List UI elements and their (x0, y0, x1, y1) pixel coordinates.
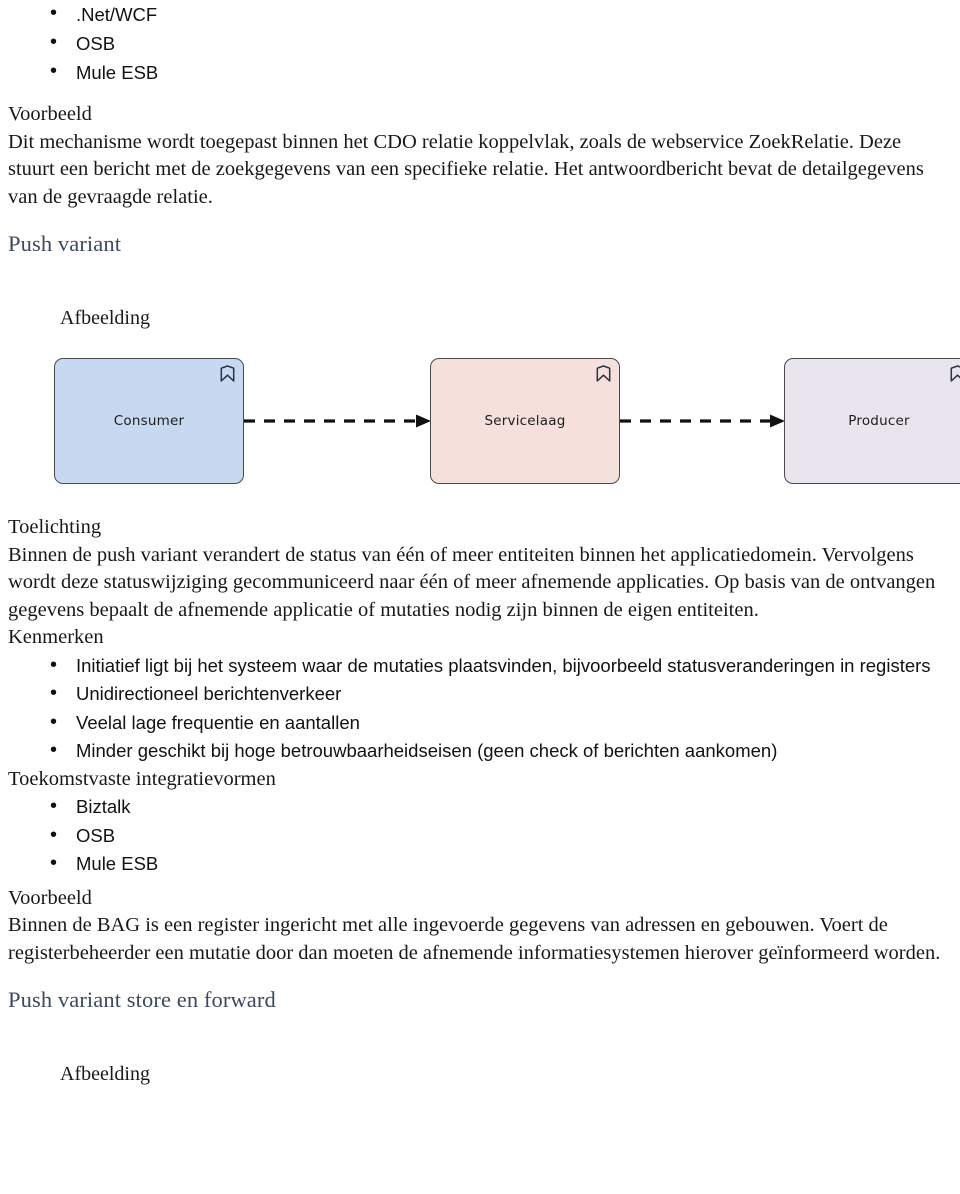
toelichting-body: Binnen de push variant verandert de stat… (8, 543, 936, 621)
list-item-label: Unidirectioneel berichtenverkeer (76, 683, 342, 704)
diagram-node-servicelaag: Servicelaag (430, 358, 620, 484)
list-item: Mule ESB (8, 57, 952, 87)
diagram-node-consumer: Consumer (54, 358, 244, 484)
kenmerken-list: Initiatief ligt bij het systeem waar de … (8, 651, 952, 766)
top-bullet-list: .Net/WCF OSB Mule ESB (8, 0, 952, 87)
diagram-node-label: Producer (848, 413, 910, 429)
page-title-push-variant: Push variant (8, 231, 122, 256)
list-item-label: OSB (76, 33, 116, 54)
voorbeeld-label: Voorbeeld (8, 103, 92, 125)
list-item-label: Mule ESB (76, 853, 159, 874)
diagram-node-label: Consumer (113, 413, 185, 429)
list-item: Mule ESB (8, 849, 952, 879)
list-item-label: .Net/WCF (76, 4, 158, 25)
toekomstvaste-list: Biztalk OSB Mule ESB (8, 792, 952, 879)
list-item-label: Mule ESB (76, 62, 159, 83)
voorbeeld-bag-body: Binnen de BAG is een register ingericht … (8, 914, 941, 964)
page-title-push-store-forward: Push variant store en forward (8, 987, 276, 1012)
list-item-label: Biztalk (76, 796, 131, 817)
document-page: .Net/WCF OSB Mule ESB Voorbeeld Dit mech… (0, 0, 960, 1194)
diagram-connector-consumer-servicelaag (244, 414, 431, 428)
archimate-diagram: Consumer Servicelaag Producer (54, 358, 960, 496)
list-item: Biztalk (8, 792, 952, 822)
list-item-label: Veelal lage frequentie en aantallen (76, 711, 360, 733)
application-component-icon (950, 365, 960, 382)
diagram-node-producer: Producer (784, 358, 960, 484)
list-item: Minder geschikt bij hoge betrouwbaarheid… (8, 736, 952, 766)
voorbeeld-bag-label: Voorbeeld (8, 886, 92, 909)
kenmerken-label: Kenmerken (8, 626, 104, 648)
afbeelding-caption: Afbeelding (60, 307, 150, 329)
list-item-label: Minder geschikt bij hoge betrouwbaarheid… (76, 740, 778, 761)
diagram-node-label: Servicelaag (484, 413, 566, 429)
toelichting-label: Toelichting (8, 516, 102, 538)
diagram-connector-servicelaag-producer (620, 414, 785, 428)
list-item: OSB (8, 821, 952, 851)
list-item: OSB (8, 28, 952, 58)
toekomstvaste-label: Toekomstvaste integratievormen (8, 767, 276, 790)
list-item: Unidirectioneel berichtenverkeer (8, 679, 952, 709)
list-item: .Net/WCF (8, 0, 952, 29)
list-item: Veelal lage frequentie en aantallen (8, 708, 952, 738)
application-component-icon (596, 365, 611, 382)
application-component-icon (220, 365, 235, 382)
list-item: Initiatief ligt bij het systeem waar de … (8, 651, 952, 681)
list-item-label: OSB (76, 824, 116, 846)
list-item-label: Initiatief ligt bij het systeem waar de … (76, 654, 931, 676)
afbeelding-caption-bottom: Afbeelding (60, 1063, 150, 1085)
voorbeeld-body: Dit mechanisme wordt toegepast binnen he… (8, 130, 924, 208)
